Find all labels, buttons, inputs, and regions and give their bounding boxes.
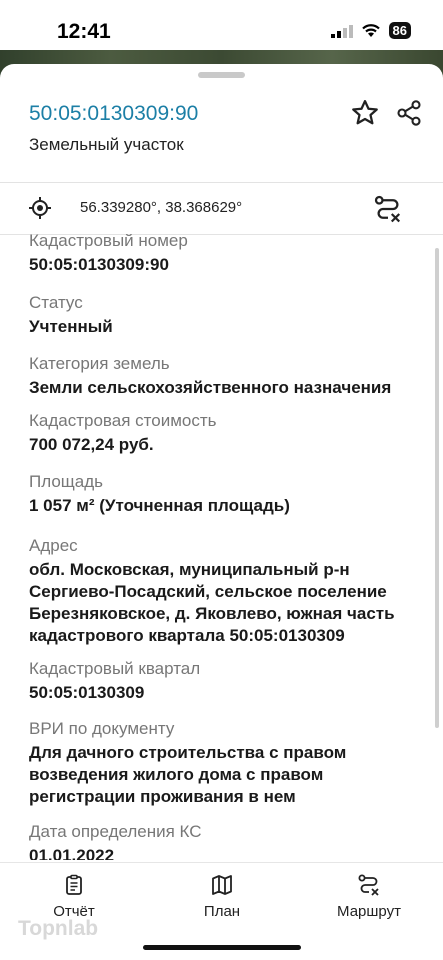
field-label: Кадастровый квартал: [29, 659, 201, 678]
field-value: 01.01.2022: [29, 846, 115, 860]
field-address: Адрес обл. Московская, муниципальный р-н…: [29, 535, 419, 647]
status-time: 12:41: [57, 20, 111, 43]
home-indicator[interactable]: [143, 945, 301, 950]
tab-label: Маршрут: [337, 903, 401, 920]
target-location-icon[interactable]: [28, 196, 52, 220]
field-value: 700 072,24 руб.: [29, 435, 154, 454]
field-label: Дата определения КС: [29, 822, 202, 841]
watermark: Topnlab: [18, 917, 99, 940]
wifi-icon: [361, 24, 380, 37]
field-value: Учтенный: [29, 317, 113, 336]
share-icon: [397, 100, 421, 126]
star-outline-icon: [352, 100, 378, 125]
field-status: Статус Учтенный: [29, 292, 419, 338]
field-value: 50:05:0130309:90: [29, 255, 169, 274]
field-value: 50:05:0130309: [29, 683, 145, 702]
details-sheet: 50:05:0130309:90 Земельный участок 56.33…: [0, 64, 443, 960]
field-cadastral-number: Кадастровый номер 50:05:0130309:90: [29, 234, 419, 276]
share-button[interactable]: [393, 97, 425, 129]
tab-label: План: [203, 903, 241, 920]
field-value: обл. Московская, муниципальный р-н Серги…: [29, 560, 395, 645]
favorite-button[interactable]: [349, 97, 381, 129]
field-label: Адрес: [29, 536, 78, 555]
field-label: ВРИ по документу: [29, 719, 175, 738]
field-label: Статус: [29, 293, 83, 312]
route-icon: [358, 874, 379, 896]
field-label: Площадь: [29, 472, 104, 491]
field-valuation-date: Дата определения КС 01.01.2022: [29, 821, 419, 860]
route-clear-icon[interactable]: [373, 194, 403, 224]
field-land-category: Категория земель Земли сельскохозяйствен…: [29, 353, 419, 399]
field-cadastral-value: Кадастровая стоимость 700 072,24 руб.: [29, 410, 419, 456]
tab-route[interactable]: Маршрут: [329, 873, 409, 920]
report-clipboard-icon: [66, 874, 82, 895]
parcel-title: 50:05:0130309:90: [29, 102, 199, 125]
status-icons: 86: [330, 22, 411, 39]
field-value: Для дачного строительства с правом возве…: [29, 743, 347, 806]
field-label: Категория земель: [29, 354, 170, 373]
tab-report[interactable]: Отчёт: [40, 873, 108, 920]
field-label: Кадастровая стоимость: [29, 411, 217, 430]
field-permitted-use: ВРИ по документу Для дачного строительст…: [29, 718, 419, 808]
battery-indicator: 86: [388, 22, 411, 39]
field-area: Площадь 1 057 м² (Уточненная площадь): [29, 471, 419, 517]
map-plan-icon: [212, 875, 232, 895]
status-bar: 12:41 86: [0, 0, 443, 56]
sheet-grabber[interactable]: [198, 72, 245, 78]
scrollbar[interactable]: [435, 248, 439, 728]
field-value: Земли сельскохозяйственного назначения: [29, 378, 392, 397]
field-cadastral-quarter: Кадастровый квартал 50:05:0130309: [29, 658, 419, 704]
tab-plan[interactable]: План: [188, 873, 256, 920]
details-list[interactable]: Кадастровый номер 50:05:0130309:90 Стату…: [0, 234, 443, 860]
field-label: Кадастровый номер: [29, 234, 188, 250]
signal-icon: [330, 24, 353, 38]
field-value: 1 057 м² (Уточненная площадь): [29, 496, 290, 515]
coordinates-row[interactable]: 56.339280°, 38.368629°: [0, 182, 443, 234]
coordinates-text: 56.339280°, 38.368629°: [80, 199, 243, 216]
parcel-type: Земельный участок: [29, 135, 184, 154]
